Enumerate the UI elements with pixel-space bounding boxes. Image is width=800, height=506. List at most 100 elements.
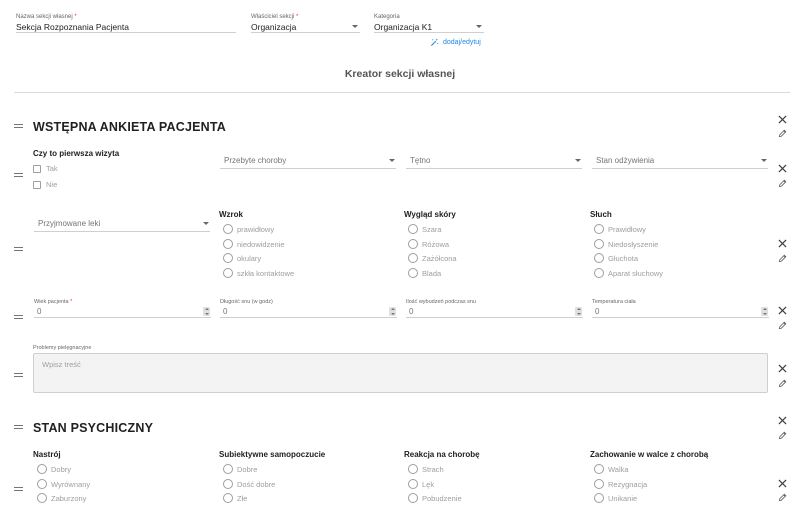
radio-icon[interactable] [594, 479, 604, 489]
radio-icon[interactable] [223, 253, 233, 263]
radio-icon[interactable] [223, 224, 233, 234]
checkbox-nie[interactable]: Nie [33, 180, 57, 189]
radio-icon[interactable] [408, 493, 418, 503]
select-tetno[interactable]: Tętno [406, 153, 582, 169]
radio-icon[interactable] [594, 464, 604, 474]
close-icon[interactable] [778, 364, 787, 373]
chevron-down-icon[interactable] [389, 159, 395, 162]
radio-icon[interactable] [37, 479, 47, 489]
radio-icon[interactable] [408, 268, 418, 278]
checkbox-tak[interactable]: Tak [33, 164, 58, 173]
category-value: Organizacja K1 [374, 22, 433, 32]
radio-icon[interactable] [223, 464, 233, 474]
radio-option[interactable]: Blada [408, 268, 441, 278]
spinner-icon[interactable] [389, 307, 396, 316]
problemy-textarea[interactable]: Wpisz treść [33, 353, 768, 393]
pencil-icon[interactable] [778, 129, 787, 138]
radio-icon[interactable] [37, 493, 47, 503]
radio-option[interactable]: Aparat słuchowy [594, 268, 663, 278]
radio-option[interactable]: Dobry [37, 464, 71, 474]
pencil-icon[interactable] [778, 431, 787, 440]
category-select[interactable]: Kategoria Organizacja K1 [374, 14, 484, 35]
select-stan-odzywienia[interactable]: Stan odżywienia [592, 153, 768, 169]
close-icon[interactable] [778, 115, 787, 124]
drag-handle-icon[interactable] [14, 373, 23, 377]
radio-option[interactable]: Zażółcona [408, 253, 457, 263]
radio-icon[interactable] [37, 464, 47, 474]
close-icon[interactable] [778, 416, 787, 425]
pencil-icon[interactable] [778, 321, 787, 330]
radio-icon[interactable] [223, 268, 233, 278]
radio-icon[interactable] [223, 239, 233, 249]
chevron-down-icon[interactable] [575, 159, 581, 162]
select-przyjmowane-leki[interactable]: Przyjmowane leki [34, 216, 210, 232]
radio-option[interactable]: Rezygnacja [594, 479, 647, 489]
radio-icon[interactable] [594, 224, 604, 234]
radio-option[interactable]: okulary [223, 253, 261, 263]
close-icon[interactable] [778, 479, 787, 488]
chevron-down-icon[interactable] [352, 25, 358, 28]
add-edit-link[interactable]: dodaj/edytuj [430, 37, 481, 47]
radio-option[interactable]: Złe [223, 493, 247, 503]
radio-option[interactable]: Walka [594, 464, 629, 474]
close-icon[interactable] [778, 239, 787, 248]
select-przebyte-choroby[interactable]: Przebyte choroby [220, 153, 396, 169]
radio-option[interactable]: Unikanie [594, 493, 637, 503]
close-icon[interactable] [778, 164, 787, 173]
pencil-icon[interactable] [778, 379, 787, 388]
chevron-down-icon[interactable] [476, 25, 482, 28]
number-field-temperatura[interactable]: Temperatura ciała 0 [592, 299, 769, 319]
radio-icon[interactable] [408, 224, 418, 234]
radio-option[interactable]: niedowidzenie [223, 239, 285, 249]
radio-option[interactable]: Zaburzony [37, 493, 86, 503]
drag-handle-icon[interactable] [14, 425, 23, 429]
radio-icon[interactable] [408, 253, 418, 263]
drag-handle-icon[interactable] [14, 487, 23, 491]
drag-handle-icon[interactable] [14, 315, 23, 319]
close-icon[interactable] [778, 306, 787, 315]
radio-option[interactable]: Prawidłowy [594, 224, 646, 234]
radio-icon[interactable] [408, 479, 418, 489]
radio-option[interactable]: Dobre [223, 464, 257, 474]
owner-select[interactable]: Właściciel sekcji * Organizacja [251, 14, 360, 35]
radio-icon[interactable] [408, 464, 418, 474]
radio-icon[interactable] [594, 268, 604, 278]
radio-option[interactable]: szkła kontaktowe [223, 268, 294, 278]
checkbox-icon[interactable] [33, 164, 41, 173]
section-name-input[interactable]: Sekcja Rozpoznania Pacjenta [16, 20, 236, 33]
chevron-down-icon[interactable] [203, 222, 209, 225]
radio-option[interactable]: Niedosłyszenie [594, 239, 658, 249]
radio-icon[interactable] [223, 479, 233, 489]
radio-option[interactable]: Szara [408, 224, 442, 234]
drag-handle-icon[interactable] [14, 247, 23, 251]
pencil-icon[interactable] [778, 493, 787, 502]
drag-handle-icon[interactable] [14, 124, 23, 128]
pencil-icon[interactable] [778, 254, 787, 263]
number-field-ilosc-wybudzen[interactable]: Ilość wybudzeń podczas snu 0 [406, 299, 583, 319]
radio-option[interactable]: prawidłowy [223, 224, 274, 234]
spinner-icon[interactable] [761, 307, 768, 316]
checkbox-icon[interactable] [33, 180, 41, 189]
divider [14, 92, 790, 93]
radio-icon[interactable] [594, 253, 604, 263]
radio-option[interactable]: Lęk [408, 479, 434, 489]
pencil-icon[interactable] [778, 179, 787, 188]
radio-option[interactable]: Strach [408, 464, 444, 474]
radio-group-zachowanie: Zachowanie w walce z chorobą Walka Rezyg… [590, 450, 709, 503]
radio-icon[interactable] [594, 239, 604, 249]
radio-icon[interactable] [594, 493, 604, 503]
radio-option[interactable]: Głuchota [594, 253, 638, 263]
number-field-wiek[interactable]: Wiek pacjenta * 0 [34, 299, 211, 319]
spinner-icon[interactable] [203, 307, 210, 316]
radio-icon[interactable] [408, 239, 418, 249]
radio-option[interactable]: Pobudzenie [408, 493, 462, 503]
radio-icon[interactable] [223, 493, 233, 503]
radio-option[interactable]: Wyrównany [37, 479, 90, 489]
chevron-down-icon[interactable] [761, 159, 767, 162]
radio-option[interactable]: Dość dobre [223, 479, 275, 489]
spinner-icon[interactable] [575, 307, 582, 316]
section-name-field[interactable]: Nazwa sekcji własnej * Sekcja Rozpoznani… [16, 14, 236, 35]
drag-handle-icon[interactable] [14, 173, 23, 177]
radio-option[interactable]: Różowa [408, 239, 449, 249]
number-field-dlugosc-snu[interactable]: Długość snu (w godz) 0 [220, 299, 397, 319]
